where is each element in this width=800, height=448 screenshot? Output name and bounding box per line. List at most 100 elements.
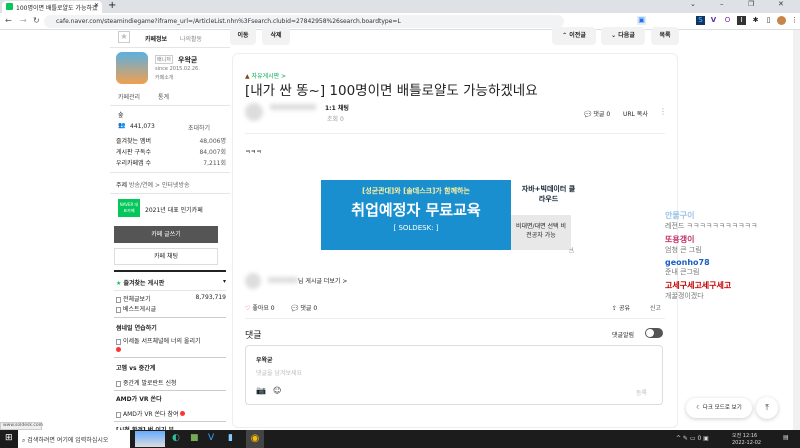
moon-icon: ☾	[696, 405, 702, 411]
extension-v-icon[interactable]: V	[709, 16, 718, 25]
comment-button[interactable]: 💬 댓글 0	[291, 303, 317, 312]
dropdown-icon[interactable]: ▾	[223, 278, 226, 285]
stat-value: 7,211회	[203, 160, 226, 167]
all-posts-link[interactable]: 전체글보기	[123, 296, 151, 303]
one-on-one-chat-link[interactable]: 1:1 채팅	[325, 103, 349, 112]
stat-label: 우리카페앱 수	[116, 160, 152, 167]
edge-icon[interactable]: ◐	[172, 433, 180, 443]
browser-tab[interactable]: 100명이면 배틀로얄도 가능하겠 ✕	[2, 1, 102, 13]
more-posts-link[interactable]: 님 게시글 더보기 >	[298, 276, 347, 285]
tray-icons[interactable]: ^ ✎ ▭ 0 ▣	[676, 435, 709, 442]
windows-start-icon[interactable]: ⊞	[5, 433, 13, 443]
star-icon[interactable]: ★	[118, 31, 130, 43]
back-icon[interactable]: ←	[5, 16, 12, 25]
more-options-icon[interactable]: ⋮	[659, 107, 667, 116]
comment-box[interactable]: 우왁굳 댓글을 남겨보세요 📷 ☺ 등록	[245, 345, 663, 405]
url-input[interactable]: cafe.naver.com/steamindiegame?iframe_url…	[44, 15, 564, 28]
new-badge-icon	[116, 347, 121, 352]
tab-bar: 100명이면 배틀로얄도 가능하겠 ✕ + ⌄ – ❐ ✕	[0, 0, 800, 13]
members-icon: 👥	[118, 122, 126, 129]
cafe-level: 숲	[118, 112, 124, 119]
minecraft-icon[interactable]: ■	[190, 433, 199, 443]
sidepanel-icon[interactable]: ▯	[764, 16, 773, 25]
tab-my-activity[interactable]: 나의활동	[180, 34, 202, 43]
stats-link[interactable]: 통계	[158, 92, 169, 101]
banner-right-top: 자바+빅데이터 클라우드	[511, 180, 586, 215]
cafe-chat-button[interactable]: 카페 채팅	[114, 248, 218, 265]
author-avatar[interactable]	[245, 103, 263, 121]
report-button[interactable]: 신고	[650, 303, 661, 312]
heart-icon: ♡	[245, 305, 251, 312]
forward-icon[interactable]: →	[20, 16, 27, 25]
like-button[interactable]: ♡ 좋아요 0	[245, 303, 275, 312]
comment-alarm-toggle[interactable]	[645, 328, 663, 338]
member-count[interactable]: 441,073	[130, 123, 155, 130]
author-name[interactable]	[270, 104, 316, 110]
view-count: 조회 0	[327, 116, 344, 123]
article-body: ㅋㅋㅋ	[245, 149, 262, 156]
cafe-intro-link[interactable]: 카페소개	[155, 74, 173, 81]
extension-icon[interactable]: ▣	[637, 16, 646, 25]
notification-icon[interactable]: ▤	[783, 434, 789, 441]
naver-badge: NAVER 대표카페	[118, 199, 140, 217]
topic-value[interactable]: 방송/연예 > 인터넷방송	[129, 182, 190, 189]
comment-input[interactable]: 댓글을 남겨보세요	[256, 368, 302, 377]
close-tab-icon[interactable]: ✕	[94, 2, 99, 9]
extension-icon[interactable]: I	[737, 16, 746, 25]
chat-message: 개꿀갱이겠다	[665, 292, 704, 300]
tab-cafe-info[interactable]: 카페정보	[145, 34, 167, 43]
url-copy-button[interactable]: URL 복사	[623, 109, 648, 118]
list-button[interactable]: 목록	[651, 27, 679, 45]
extension-icon[interactable]: S	[696, 16, 705, 25]
board-link[interactable]: 이세돌 서프체널에 너의 올리기	[123, 338, 200, 345]
clock-time[interactable]: 오전 12:16	[732, 432, 757, 439]
banner-left: [성균관대]와 [솔데스크]가 함께하는 취업예정자 무료교육 [ SOLDES…	[321, 180, 511, 250]
banner-right-bottom: 비대면/대면 선택 비전공자 가능	[511, 215, 571, 250]
soldesk-ad-banner[interactable]: [성균관대]와 [솔데스크]가 함께하는 취업예정자 무료교육 [ SOLDES…	[321, 180, 586, 255]
board-link[interactable]: AMD가 VR 쏜다 참여	[123, 411, 179, 418]
dark-mode-button[interactable]: ☾ 다크 모드로 보기	[686, 398, 752, 418]
close-window-button[interactable]: ✕	[778, 0, 784, 8]
taskbar-search[interactable]: ⌕ 검색하려면 여기에 입력하십시오	[18, 430, 130, 448]
profile-avatar[interactable]	[777, 16, 786, 25]
chrome-icon[interactable]: ◉	[246, 430, 264, 448]
emoji-icon[interactable]: ☺	[273, 386, 281, 395]
scroll-top-button[interactable]: ⤒	[756, 397, 778, 419]
puzzle-icon[interactable]: ✱	[751, 16, 760, 25]
tab-title: 100명이면 배틀로얄도 가능하겠	[16, 5, 98, 12]
board-link[interactable]: 중간계 발로란트 신청	[123, 380, 177, 387]
vscode-icon[interactable]: V	[208, 433, 214, 443]
menu-icon[interactable]: ⋮	[790, 16, 799, 25]
dark-mode-label: 다크 모드로 보기	[702, 405, 742, 411]
new-tab-button[interactable]: +	[108, 0, 116, 11]
chat-username: 고세구세고세구세고	[665, 281, 732, 290]
move-button[interactable]: 이동	[230, 27, 256, 45]
extension-o-icon[interactable]: O	[723, 16, 732, 25]
reload-icon[interactable]: ↻	[33, 16, 40, 25]
weather-widget[interactable]	[135, 431, 165, 447]
manager-badge: 매니저	[155, 55, 173, 64]
tab-search-icon[interactable]: ⌄	[690, 0, 696, 8]
scrollbar[interactable]	[793, 30, 800, 430]
since-date: since 2015.02.26.	[155, 66, 200, 72]
delete-button[interactable]: 삭제	[262, 27, 290, 45]
fav-boards-title[interactable]: 즐겨찾는 게시판	[123, 280, 164, 287]
comments-link[interactable]: 💬 댓글 0	[584, 109, 610, 118]
topic-label: 주제	[116, 182, 128, 189]
submit-comment-button[interactable]: 등록	[636, 388, 647, 397]
next-post-button[interactable]: ⌄ 다음글	[601, 27, 645, 45]
app-icon[interactable]: ▮	[228, 433, 233, 443]
restore-button[interactable]: ❐	[748, 0, 754, 8]
cafe-logo	[116, 52, 148, 84]
share-button[interactable]: ⇪ 공유	[612, 303, 630, 312]
manager-name[interactable]: 우왁굳	[178, 55, 197, 65]
invite-link[interactable]: 초대하기	[188, 123, 210, 132]
write-post-button[interactable]: 카페 글쓰기	[114, 226, 218, 243]
best-posts-link[interactable]: 베스트게시글	[123, 306, 156, 313]
prev-post-button[interactable]: ⌃ 이전글	[552, 27, 596, 45]
clock-date[interactable]: 2022-12-02	[732, 440, 761, 446]
camera-icon[interactable]: 📷	[256, 386, 266, 395]
comment-alarm-label: 댓글알림	[612, 332, 635, 339]
minimize-button[interactable]: –	[720, 0, 724, 8]
cafe-manage-link[interactable]: 카페관리	[118, 92, 140, 101]
